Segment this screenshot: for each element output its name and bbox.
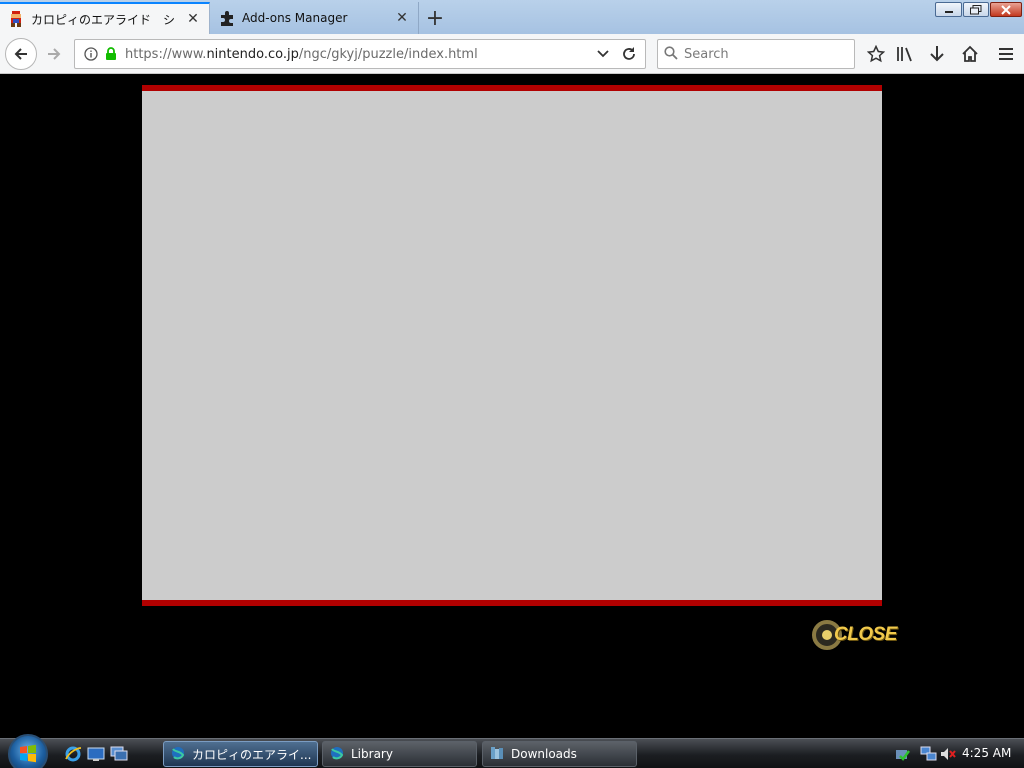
search-input[interactable] bbox=[684, 46, 844, 62]
url-bar[interactable]: https://www.nintendo.co.jp/ngc/gkyj/puzz… bbox=[74, 39, 646, 69]
taskbar: カロピィのエアライ... Library Downloads 4:25 AM bbox=[0, 734, 1024, 768]
show-desktop-icon[interactable] bbox=[87, 745, 105, 763]
new-tab-button[interactable]: + bbox=[421, 4, 449, 32]
chevron-down-icon[interactable] bbox=[593, 44, 613, 64]
folder-icon bbox=[489, 745, 505, 764]
switch-windows-icon[interactable] bbox=[110, 745, 128, 763]
puzzle-piece-icon bbox=[219, 10, 235, 26]
tab-game[interactable]: カロピィのエアライド シ ✕ bbox=[0, 2, 210, 34]
lock-icon[interactable] bbox=[101, 44, 121, 64]
navigation-toolbar: https://www.nintendo.co.jp/ngc/gkyj/puzz… bbox=[0, 34, 1024, 74]
tab-title: カロピィのエアライド シ bbox=[31, 12, 176, 27]
window-close-button[interactable] bbox=[990, 2, 1022, 17]
internet-explorer-icon[interactable] bbox=[64, 745, 82, 763]
taskbar-button-label: Library bbox=[351, 747, 393, 761]
mario-favicon-icon bbox=[8, 11, 24, 27]
start-button[interactable] bbox=[8, 734, 48, 768]
bookmark-star-button[interactable] bbox=[861, 39, 891, 69]
reload-icon[interactable] bbox=[619, 44, 639, 64]
network-tray-icon[interactable] bbox=[920, 745, 938, 763]
minimize-button[interactable] bbox=[935, 2, 962, 17]
url-text[interactable]: https://www.nintendo.co.jp/ngc/gkyj/puzz… bbox=[121, 47, 593, 62]
search-icon bbox=[664, 45, 678, 63]
tab-close-icon[interactable]: ✕ bbox=[185, 11, 201, 27]
volume-muted-icon[interactable] bbox=[939, 745, 957, 763]
tab-addons-manager[interactable]: Add-ons Manager ✕ bbox=[211, 2, 419, 34]
restore-button[interactable] bbox=[963, 2, 989, 17]
taskbar-button-label: Downloads bbox=[511, 747, 577, 761]
close-label: CLOSE bbox=[834, 623, 897, 645]
game-frame[interactable] bbox=[142, 85, 882, 606]
info-icon[interactable] bbox=[81, 44, 101, 64]
search-bar[interactable] bbox=[657, 39, 855, 69]
firefox-icon bbox=[329, 745, 345, 764]
downloads-button[interactable] bbox=[922, 39, 952, 69]
url-path: /ngc/gkyj/puzzle/index.html bbox=[298, 46, 478, 62]
tab-close-icon[interactable]: ✕ bbox=[394, 10, 410, 26]
taskbar-button-label: カロピィのエアライ... bbox=[192, 747, 312, 762]
tab-title: Add-ons Manager bbox=[242, 11, 348, 25]
library-button[interactable] bbox=[889, 39, 919, 69]
url-prefix: https://www. bbox=[125, 46, 207, 62]
home-button[interactable] bbox=[955, 39, 985, 69]
menu-button[interactable] bbox=[991, 39, 1021, 69]
clock[interactable]: 4:25 AM bbox=[962, 746, 1011, 760]
security-tray-icon[interactable] bbox=[893, 745, 911, 763]
back-button[interactable] bbox=[5, 38, 37, 70]
taskbar-button-game[interactable]: カロピィのエアライ... bbox=[163, 741, 318, 767]
taskbar-button-downloads[interactable]: Downloads bbox=[482, 741, 637, 767]
page-content: CLOSE bbox=[0, 75, 1024, 738]
forward-button[interactable] bbox=[39, 39, 69, 69]
taskbar-button-library[interactable]: Library bbox=[322, 741, 477, 767]
firefox-icon bbox=[170, 745, 186, 764]
url-host: nintendo.co.jp bbox=[206, 46, 299, 62]
tab-strip: カロピィのエアライド シ ✕ Add-ons Manager ✕ + bbox=[0, 0, 1024, 34]
close-button[interactable]: CLOSE bbox=[812, 618, 897, 651]
